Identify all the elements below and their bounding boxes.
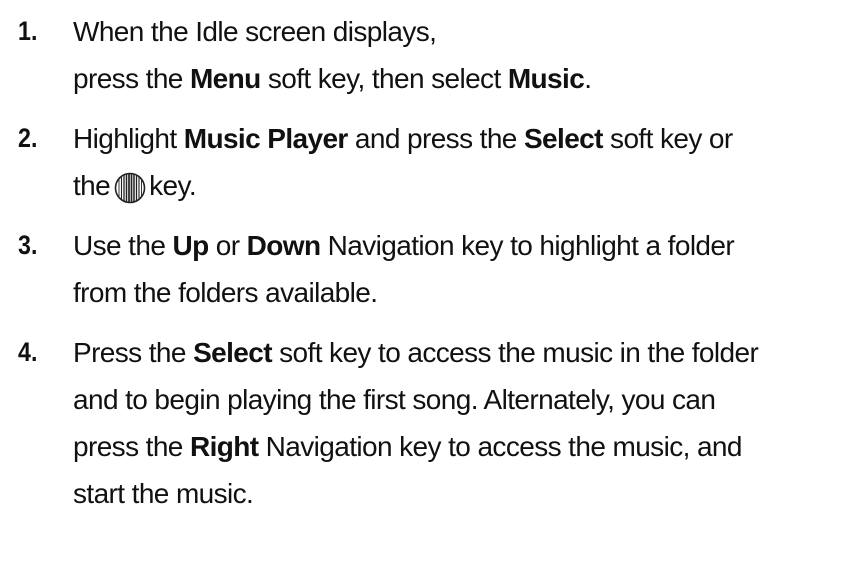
step-3: 3. Use the Up or Down Navigation key to …: [0, 222, 863, 316]
text-run: key.: [149, 170, 196, 201]
step-line: the key.: [73, 162, 853, 209]
key-name-menu: Menu: [189, 63, 261, 94]
key-name-up: Up: [172, 230, 209, 261]
step-line: press the Right Navigation key to access…: [73, 423, 853, 470]
step-text: Highlight Music Player and press the Sel…: [73, 115, 863, 209]
center-select-key-icon: [114, 172, 146, 204]
text-run: soft key or: [602, 123, 733, 154]
text-run: the: [73, 170, 111, 201]
step-number: 1.: [18, 16, 38, 46]
text-run: Navigation key to access the music, and: [258, 431, 743, 462]
step-text: Press the Select soft key to access the …: [73, 329, 863, 517]
step-line: Press the Select soft key to access the …: [73, 329, 853, 376]
text-run: Press the: [73, 337, 194, 368]
text-run: soft key, then select: [260, 63, 508, 94]
text-run: or: [208, 230, 247, 261]
key-name-music-player: Music Player: [183, 123, 349, 154]
step-1: 1. When the Idle screen displays, press …: [0, 8, 863, 102]
key-name-right: Right: [189, 431, 259, 462]
key-name-select: Select: [193, 337, 273, 368]
step-line: start the music.: [73, 470, 853, 517]
text-run: When the Idle screen displays,: [73, 16, 437, 47]
step-text: When the Idle screen displays, press the…: [73, 8, 863, 102]
step-number: 4.: [18, 337, 38, 367]
manual-page: 1. When the Idle screen displays, press …: [0, 0, 863, 570]
text-run: and press the: [347, 123, 524, 154]
key-name-music: Music: [507, 63, 585, 94]
step-number: 2.: [18, 123, 38, 153]
text-run: and to begin playing the first song. Alt…: [73, 384, 716, 415]
text-run: Use the: [73, 230, 173, 261]
step-line: When the Idle screen displays,: [73, 8, 853, 55]
step-2: 2. Highlight Music Player and press the …: [0, 115, 863, 209]
text-run: Highlight: [73, 123, 184, 154]
text-run: Navigation key to highlight a folder: [320, 230, 735, 261]
step-line: press the Menu soft key, then select Mus…: [73, 55, 853, 102]
key-name-select: Select: [523, 123, 604, 154]
step-number: 3.: [18, 230, 38, 260]
step-text: Use the Up or Down Navigation key to hig…: [73, 222, 863, 316]
step-4: 4. Press the Select soft key to access t…: [0, 329, 863, 517]
text-run: soft key to access the music in the fold…: [271, 337, 759, 368]
step-line: and to begin playing the first song. Alt…: [73, 376, 853, 423]
step-line: Highlight Music Player and press the Sel…: [73, 115, 853, 162]
text-run: from the folders available.: [73, 277, 378, 308]
step-line: Use the Up or Down Navigation key to hig…: [73, 222, 853, 269]
step-line: from the folders available.: [73, 269, 853, 316]
instruction-steps: 1. When the Idle screen displays, press …: [0, 8, 863, 517]
key-name-down: Down: [246, 230, 321, 261]
text-run: press the: [73, 431, 190, 462]
text-run: press the: [73, 63, 190, 94]
text-run: .: [584, 63, 592, 94]
text-run: start the music.: [73, 478, 254, 509]
